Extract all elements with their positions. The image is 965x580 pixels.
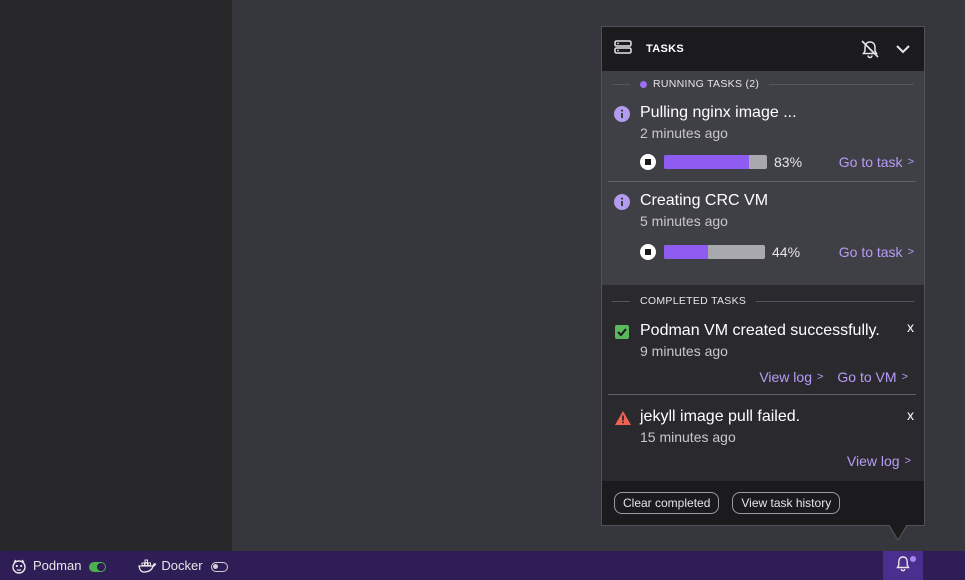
bell-icon: [895, 555, 911, 577]
task-title: Pulling nginx image ...: [640, 104, 797, 121]
completed-tasks-header: COMPLETED TASKS: [602, 288, 924, 314]
tasks-panel-footer: Clear completed View task history: [602, 481, 924, 525]
task-time: 5 minutes ago: [640, 213, 728, 229]
docker-status-toggle[interactable]: [210, 562, 228, 572]
dismiss-task-button[interactable]: x: [907, 407, 914, 423]
chevron-right-icon: >: [901, 371, 908, 383]
task-progress-percent: 44%: [772, 244, 801, 260]
chevron-right-icon: >: [816, 371, 824, 383]
tasks-panel-header: TASKS: [602, 27, 924, 71]
go-to-task-link[interactable]: Go to task >: [839, 154, 914, 170]
statusbar-docker-label: Docker: [161, 558, 203, 573]
completed-tasks-section: COMPLETED TASKS x Podman VM created succ…: [602, 288, 924, 484]
info-icon: [614, 106, 630, 122]
docker-icon: [138, 557, 157, 575]
stop-task-button[interactable]: [640, 154, 656, 170]
chevron-right-icon: >: [904, 455, 911, 467]
view-log-link[interactable]: View log >: [847, 453, 911, 469]
notifications-button[interactable]: [883, 551, 923, 580]
statusbar-podman-label: Podman: [33, 558, 82, 573]
task-progress-percent: 83%: [774, 154, 803, 170]
stop-task-button[interactable]: [640, 244, 656, 260]
bell-mute-icon[interactable]: [860, 39, 880, 64]
task-title: jekyll image pull failed.: [640, 408, 801, 425]
running-task-item: Pulling nginx image ... 2 minutes ago 83…: [602, 104, 924, 171]
running-tasks-section: RUNNING TASKS (2) Pulling nginx image ..…: [602, 71, 924, 285]
task-time: 15 minutes ago: [640, 429, 736, 445]
tasks-icon: [614, 39, 632, 59]
dismiss-task-button[interactable]: x: [907, 319, 914, 335]
view-log-link[interactable]: View log >: [759, 369, 823, 385]
completed-task-item: x Podman VM created successfully. 9 minu…: [602, 319, 924, 385]
view-task-history-button[interactable]: View task history: [732, 492, 841, 514]
check-icon: [614, 324, 630, 340]
running-task-item: Creating CRC VM 5 minutes ago 44% Go to …: [602, 192, 924, 261]
task-time: 9 minutes ago: [640, 343, 728, 359]
task-progress-bar: [664, 155, 767, 169]
go-to-task-link[interactable]: Go to task >: [839, 244, 914, 260]
go-to-vm-link[interactable]: Go to VM >: [837, 369, 908, 385]
chevron-right-icon: >: [907, 156, 914, 168]
tasks-panel: TASKS RUNNING TASKS (2) Pulling nginx im…: [601, 26, 925, 526]
panel-pointer: [888, 524, 908, 541]
task-progress-bar: [664, 245, 765, 259]
statusbar-docker[interactable]: Docker: [138, 551, 228, 580]
statusbar-podman[interactable]: Podman: [10, 551, 107, 580]
running-tasks-label: RUNNING TASKS (2): [653, 78, 760, 90]
clear-completed-button[interactable]: Clear completed: [614, 492, 720, 514]
completed-task-item: x jekyll image pull failed. 15 minutes a…: [602, 407, 924, 469]
sidebar: [0, 0, 232, 551]
podman-status-toggle[interactable]: [89, 562, 107, 572]
task-title: Creating CRC VM: [640, 192, 769, 209]
info-icon: [614, 194, 630, 210]
collapse-chevron-icon[interactable]: [894, 39, 912, 64]
running-tasks-header: RUNNING TASKS (2): [602, 71, 924, 97]
tasks-panel-title: TASKS: [646, 43, 684, 55]
chevron-right-icon: >: [907, 246, 914, 258]
notification-dot: [910, 556, 916, 562]
running-dot-icon: [640, 80, 647, 88]
task-time: 2 minutes ago: [640, 125, 728, 141]
status-bar: Podman Docker: [0, 551, 965, 580]
podman-icon: [10, 557, 28, 575]
task-title: Podman VM created successfully.: [640, 322, 880, 339]
warning-icon: [614, 410, 631, 426]
completed-tasks-label: COMPLETED TASKS: [640, 295, 747, 307]
